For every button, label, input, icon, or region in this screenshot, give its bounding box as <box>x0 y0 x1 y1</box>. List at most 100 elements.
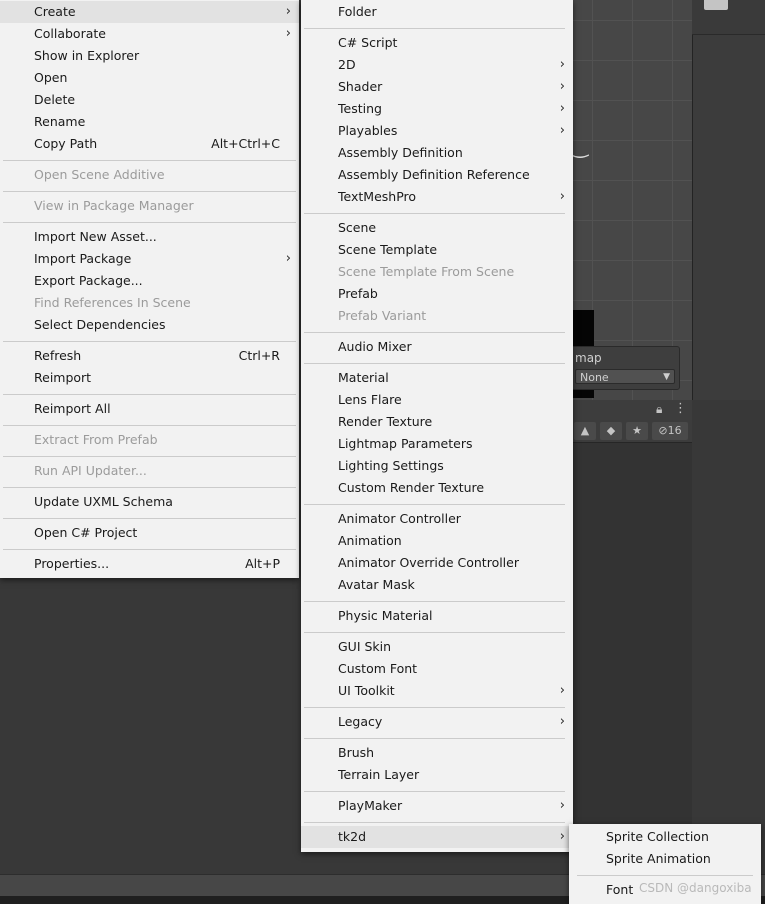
create-item-textmeshpro[interactable]: TextMeshPro › <box>301 186 573 208</box>
menu-separator <box>304 632 565 633</box>
menu-item-reimport[interactable]: Reimport <box>0 367 299 389</box>
favorite-star-icon[interactable]: ★ <box>626 422 648 440</box>
menu-separator <box>3 487 296 488</box>
create-item-assembly-definition-reference[interactable]: Assembly Definition Reference <box>301 164 573 186</box>
lightmap-popup: map None ▼ <box>568 346 680 390</box>
create-item-folder[interactable]: Folder <box>301 1 573 23</box>
project-content-area <box>560 443 692 853</box>
create-item-physic-material[interactable]: Physic Material <box>301 605 573 627</box>
watermark: CSDN @dangoxiba <box>639 881 752 895</box>
menu-item-label: Extract From Prefab <box>34 432 158 447</box>
create-item-scene-template[interactable]: Scene Template <box>301 239 573 261</box>
menu-item-label: Create <box>34 4 76 19</box>
chevron-right-icon: › <box>559 829 565 844</box>
menu-item-label: Open Scene Additive <box>34 167 165 182</box>
create-item-2d[interactable]: 2D › <box>301 54 573 76</box>
create-item-brush[interactable]: Brush <box>301 742 573 764</box>
create-item-animator-controller[interactable]: Animator Controller <box>301 508 573 530</box>
menu-separator <box>3 394 296 395</box>
project-panel-header: 🔒︎ ⋮ <box>560 400 692 421</box>
sprite-outline-icon: ‿ <box>572 134 589 158</box>
menu-item-shortcut: Alt+Ctrl+C <box>211 136 280 151</box>
menu-item-label: Lighting Settings <box>338 458 444 473</box>
menu-separator <box>304 791 565 792</box>
create-item-custom-render-texture[interactable]: Custom Render Texture <box>301 477 573 499</box>
create-item-render-texture[interactable]: Render Texture <box>301 411 573 433</box>
menu-separator <box>3 191 296 192</box>
menu-item-label: Sprite Collection <box>606 829 709 844</box>
lightmap-select[interactable]: None ▼ <box>575 369 675 384</box>
menu-separator <box>304 738 565 739</box>
label-tag-icon[interactable]: ◆ <box>600 422 622 440</box>
tk2d-item-sprite-collection[interactable]: Sprite Collection <box>569 826 761 848</box>
menu-separator <box>304 822 565 823</box>
menu-item-label: Legacy <box>338 714 383 729</box>
kebab-menu-icon[interactable]: ⋮ <box>674 401 687 416</box>
create-item-testing[interactable]: Testing › <box>301 98 573 120</box>
menu-item-label: Import New Asset... <box>34 229 157 244</box>
menu-item-select-dependencies[interactable]: Select Dependencies <box>0 314 299 336</box>
menu-item-label: Physic Material <box>338 608 433 623</box>
menu-item-import-package[interactable]: Import Package › <box>0 248 299 270</box>
menu-item-label: View in Package Manager <box>34 198 194 213</box>
menu-item-export-package[interactable]: Export Package... <box>0 270 299 292</box>
menu-item-label: Lens Flare <box>338 392 402 407</box>
menu-item-label: Custom Render Texture <box>338 480 485 495</box>
create-item-prefab[interactable]: Prefab <box>301 283 573 305</box>
menu-item-collaborate[interactable]: Collaborate › <box>0 23 299 45</box>
menu-item-copy-path[interactable]: Copy Path Alt+Ctrl+C <box>0 133 299 155</box>
menu-item-find-references: Find References In Scene <box>0 292 299 314</box>
menu-item-create[interactable]: Create › <box>0 1 299 23</box>
hidden-count: 16 <box>667 424 682 437</box>
menu-item-label: Animator Controller <box>338 511 461 526</box>
create-item-lightmap-parameters[interactable]: Lightmap Parameters <box>301 433 573 455</box>
menu-item-label: Animation <box>338 533 402 548</box>
menu-item-import-new-asset[interactable]: Import New Asset... <box>0 226 299 248</box>
create-item-terrain-layer[interactable]: Terrain Layer <box>301 764 573 786</box>
menu-item-shortcut: Ctrl+R <box>238 348 280 363</box>
create-item-ui-toolkit[interactable]: UI Toolkit › <box>301 680 573 702</box>
create-item-lens-flare[interactable]: Lens Flare <box>301 389 573 411</box>
create-item-material[interactable]: Material <box>301 367 573 389</box>
create-item-csharp-script[interactable]: C# Script <box>301 32 573 54</box>
filter-type-icon[interactable]: ▲ <box>574 422 596 440</box>
menu-item-reimport-all[interactable]: Reimport All <box>0 398 299 420</box>
create-item-custom-font[interactable]: Custom Font <box>301 658 573 680</box>
create-item-tk2d[interactable]: tk2d › <box>301 826 573 848</box>
menu-item-properties[interactable]: Properties... Alt+P <box>0 553 299 575</box>
menu-item-label: Assembly Definition <box>338 145 463 160</box>
menu-item-open[interactable]: Open <box>0 67 299 89</box>
create-item-gui-skin[interactable]: GUI Skin <box>301 636 573 658</box>
menu-item-label: Rename <box>34 114 86 129</box>
menu-item-label: Brush <box>338 745 375 760</box>
menu-item-label: Reimport <box>34 370 92 385</box>
create-item-assembly-definition[interactable]: Assembly Definition <box>301 142 573 164</box>
hidden-count-button[interactable]: ⊘16 <box>652 422 688 440</box>
create-item-legacy[interactable]: Legacy › <box>301 711 573 733</box>
menu-item-delete[interactable]: Delete <box>0 89 299 111</box>
create-item-scene-template-from-scene: Scene Template From Scene <box>301 261 573 283</box>
create-item-scene[interactable]: Scene <box>301 217 573 239</box>
create-item-animator-override-controller[interactable]: Animator Override Controller <box>301 552 573 574</box>
panel-tab-button[interactable] <box>704 0 728 10</box>
create-item-playmaker[interactable]: PlayMaker › <box>301 795 573 817</box>
menu-item-rename[interactable]: Rename <box>0 111 299 133</box>
create-item-avatar-mask[interactable]: Avatar Mask <box>301 574 573 596</box>
menu-item-label: Show in Explorer <box>34 48 140 63</box>
menu-item-refresh[interactable]: Refresh Ctrl+R <box>0 345 299 367</box>
create-item-playables[interactable]: Playables › <box>301 120 573 142</box>
menu-item-open-csharp-project[interactable]: Open C# Project <box>0 522 299 544</box>
create-item-shader[interactable]: Shader › <box>301 76 573 98</box>
create-item-lighting-settings[interactable]: Lighting Settings <box>301 455 573 477</box>
menu-item-label: TextMeshPro <box>338 189 417 204</box>
menu-item-show-in-explorer[interactable]: Show in Explorer <box>0 45 299 67</box>
lock-icon[interactable]: 🔒︎ <box>656 402 662 417</box>
menu-item-label: Import Package <box>34 251 132 266</box>
chevron-right-icon: › <box>559 798 565 813</box>
create-item-audio-mixer[interactable]: Audio Mixer <box>301 336 573 358</box>
create-item-animation[interactable]: Animation <box>301 530 573 552</box>
chevron-right-icon: › <box>559 101 565 116</box>
menu-item-update-uxml-schema[interactable]: Update UXML Schema <box>0 491 299 513</box>
menu-item-label: Custom Font <box>338 661 418 676</box>
tk2d-item-sprite-animation[interactable]: Sprite Animation <box>569 848 761 870</box>
